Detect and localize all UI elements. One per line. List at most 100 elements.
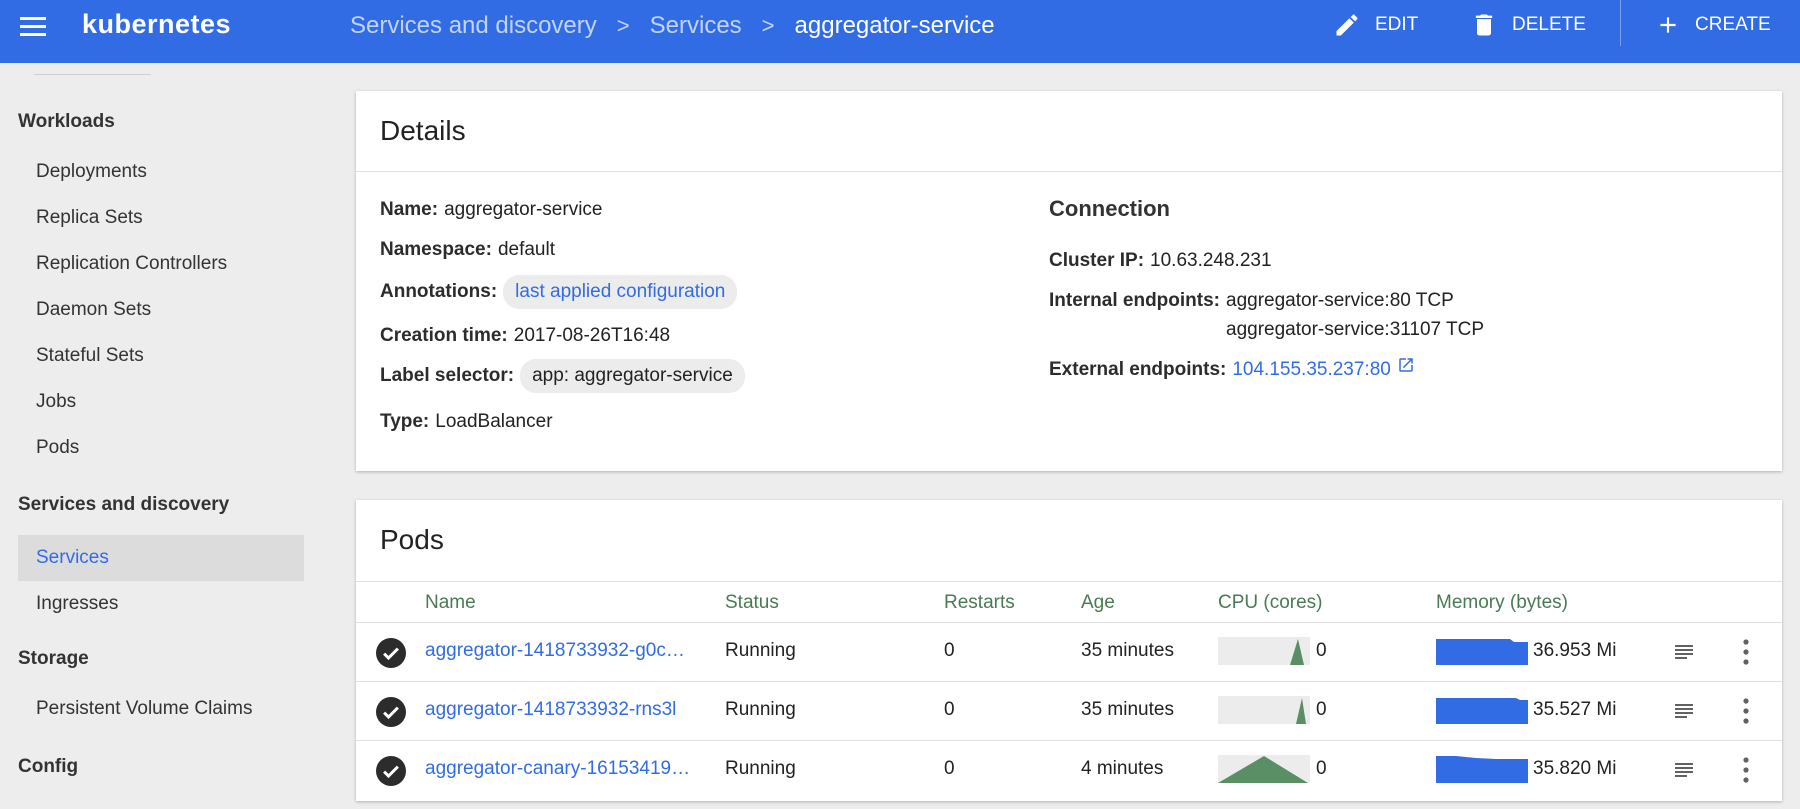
annotations-chip[interactable]: last applied configuration [503, 275, 738, 309]
nav-section-storage[interactable]: Storage [18, 648, 89, 670]
more-vert-icon[interactable] [1742, 697, 1750, 725]
sidebar-item-deployments[interactable]: Deployments [18, 149, 304, 195]
top-app-bar: kubernetes Services and discovery > Serv… [0, 0, 1800, 63]
hamburger-menu-icon[interactable] [18, 13, 48, 43]
create-button[interactable]: CREATE [1655, 10, 1771, 40]
cpu-sparkline [1218, 696, 1310, 724]
column-header-restarts[interactable]: Restarts [944, 592, 1015, 614]
table-row: aggregator-canary-16153419… Running 0 4 … [356, 740, 1782, 798]
detail-value: 10.63.248.231 [1150, 250, 1272, 271]
detail-value: default [497, 239, 555, 260]
edit-button[interactable]: EDIT [1333, 10, 1418, 40]
detail-key: External endpoints: [1049, 359, 1227, 380]
logs-icon[interactable] [1671, 699, 1697, 723]
chevron-right-icon: > [761, 13, 775, 38]
column-header-status[interactable]: Status [725, 592, 779, 614]
detail-annotations: Annotations: last applied configuration [380, 275, 738, 309]
pods-title: Pods [380, 524, 444, 555]
plus-icon [1660, 17, 1676, 33]
memory-sparkline [1436, 698, 1528, 724]
cpu-sparkline [1218, 755, 1310, 783]
details-title: Details [380, 115, 466, 146]
memory-sparkline [1436, 639, 1528, 665]
breadcrumb-services[interactable]: Services [650, 12, 742, 40]
pod-restarts: 0 [944, 699, 955, 720]
delete-button[interactable]: DELETE [1470, 10, 1586, 40]
pod-name-link[interactable]: aggregator-canary-16153419… [425, 758, 705, 780]
pod-age: 35 minutes [1081, 699, 1174, 720]
pod-memory-value: 35.527 Mi [1533, 699, 1617, 720]
detail-key: Internal endpoints: [1049, 290, 1220, 311]
detail-type: Type: LoadBalancer [380, 411, 553, 433]
check-circle-icon [376, 697, 406, 727]
external-endpoint-link[interactable]: 104.155.35.237:80 [1232, 359, 1391, 381]
column-header-name[interactable]: Name [425, 592, 476, 614]
pod-status: Running [725, 699, 796, 720]
sidebar-item-replica-sets[interactable]: Replica Sets [18, 195, 304, 241]
more-vert-icon[interactable] [1742, 638, 1750, 666]
column-header-cpu[interactable]: CPU (cores) [1218, 592, 1323, 614]
check-circle-icon [376, 756, 406, 786]
kubernetes-logo[interactable]: kubernetes [82, 9, 231, 40]
table-row: aggregator-1418733932-g0c… Running 0 35 … [356, 622, 1782, 680]
nav-section-config[interactable]: Config [18, 756, 78, 778]
pod-status: Running [725, 640, 796, 661]
pod-age: 35 minutes [1081, 640, 1174, 661]
divider [356, 171, 1782, 172]
detail-creation-time: Creation time: 2017-08-26T16:48 [380, 325, 670, 347]
column-header-memory[interactable]: Memory (bytes) [1436, 592, 1568, 614]
pod-age: 4 minutes [1081, 758, 1164, 779]
detail-cluster-ip: Cluster IP: 10.63.248.231 [1049, 250, 1272, 272]
sidebar-item-stateful-sets[interactable]: Stateful Sets [18, 333, 304, 379]
sidebar-item-ingresses[interactable]: Ingresses [18, 581, 304, 627]
pod-name-link[interactable]: aggregator-1418733932-rns3l [425, 699, 705, 721]
divider [356, 581, 1782, 582]
breadcrumb-services-and-discovery[interactable]: Services and discovery [350, 12, 597, 40]
detail-key: Annotations: [380, 281, 498, 302]
detail-key: Namespace: [380, 239, 492, 260]
pod-name-link[interactable]: aggregator-1418733932-g0c… [425, 640, 705, 662]
breadcrumb-current: aggregator-service [794, 12, 995, 39]
pod-cpu-value: 0 [1316, 699, 1327, 720]
detail-value: 2017-08-26T16:48 [513, 325, 671, 346]
pod-cpu-value: 0 [1316, 758, 1327, 779]
toolbar-divider [1620, 0, 1621, 46]
detail-name: Name: aggregator-service [380, 199, 603, 221]
table-row: aggregator-1418733932-rns3l Running 0 35… [356, 681, 1782, 739]
pod-cpu-value: 0 [1316, 640, 1327, 661]
detail-label-selector: Label selector: app: aggregator-service [380, 359, 745, 393]
logs-icon[interactable] [1671, 640, 1697, 664]
trash-icon [1475, 14, 1493, 36]
logs-icon[interactable] [1671, 758, 1697, 782]
detail-key: Label selector: [380, 365, 515, 386]
sidebar-item-daemon-sets[interactable]: Daemon Sets [18, 287, 304, 333]
column-header-age[interactable]: Age [1081, 592, 1115, 614]
pencil-icon [1336, 14, 1358, 36]
sidebar-item-pods[interactable]: Pods [18, 425, 304, 471]
breadcrumb: Services and discovery > Services > aggr… [350, 12, 995, 40]
connection-heading: Connection [1049, 196, 1170, 221]
details-card: Details Name: aggregator-service Namespa… [356, 91, 1782, 471]
sidebar-item-jobs[interactable]: Jobs [18, 379, 304, 425]
open-in-new-icon[interactable] [1397, 356, 1415, 374]
pod-memory-value: 36.953 Mi [1533, 640, 1617, 661]
edit-label: EDIT [1375, 14, 1419, 35]
sidebar-item-replication-controllers[interactable]: Replication Controllers [18, 241, 304, 287]
detail-key: Name: [380, 199, 439, 220]
detail-value: LoadBalancer [435, 411, 553, 432]
more-vert-icon[interactable] [1742, 756, 1750, 784]
create-label: CREATE [1695, 14, 1771, 35]
detail-key: Creation time: [380, 325, 508, 346]
sidebar-item-persistent-volume-claims[interactable]: Persistent Volume Claims [18, 686, 304, 732]
detail-internal-endpoints: Internal endpoints: aggregator-service:8… [1049, 290, 1484, 344]
nav-section-workloads[interactable]: Workloads [18, 111, 115, 133]
detail-namespace: Namespace: default [380, 239, 555, 261]
sidebar-item-services[interactable]: Services [18, 535, 304, 581]
memory-sparkline [1436, 756, 1528, 783]
detail-key: Cluster IP: [1049, 250, 1145, 271]
nav-section-services-and-discovery[interactable]: Services and discovery [18, 494, 229, 516]
pod-restarts: 0 [944, 758, 955, 779]
check-circle-icon [376, 638, 406, 668]
label-selector-chip: app: aggregator-service [520, 359, 745, 393]
detail-external-endpoints: External endpoints: 104.155.35.237:80 [1049, 356, 1415, 381]
